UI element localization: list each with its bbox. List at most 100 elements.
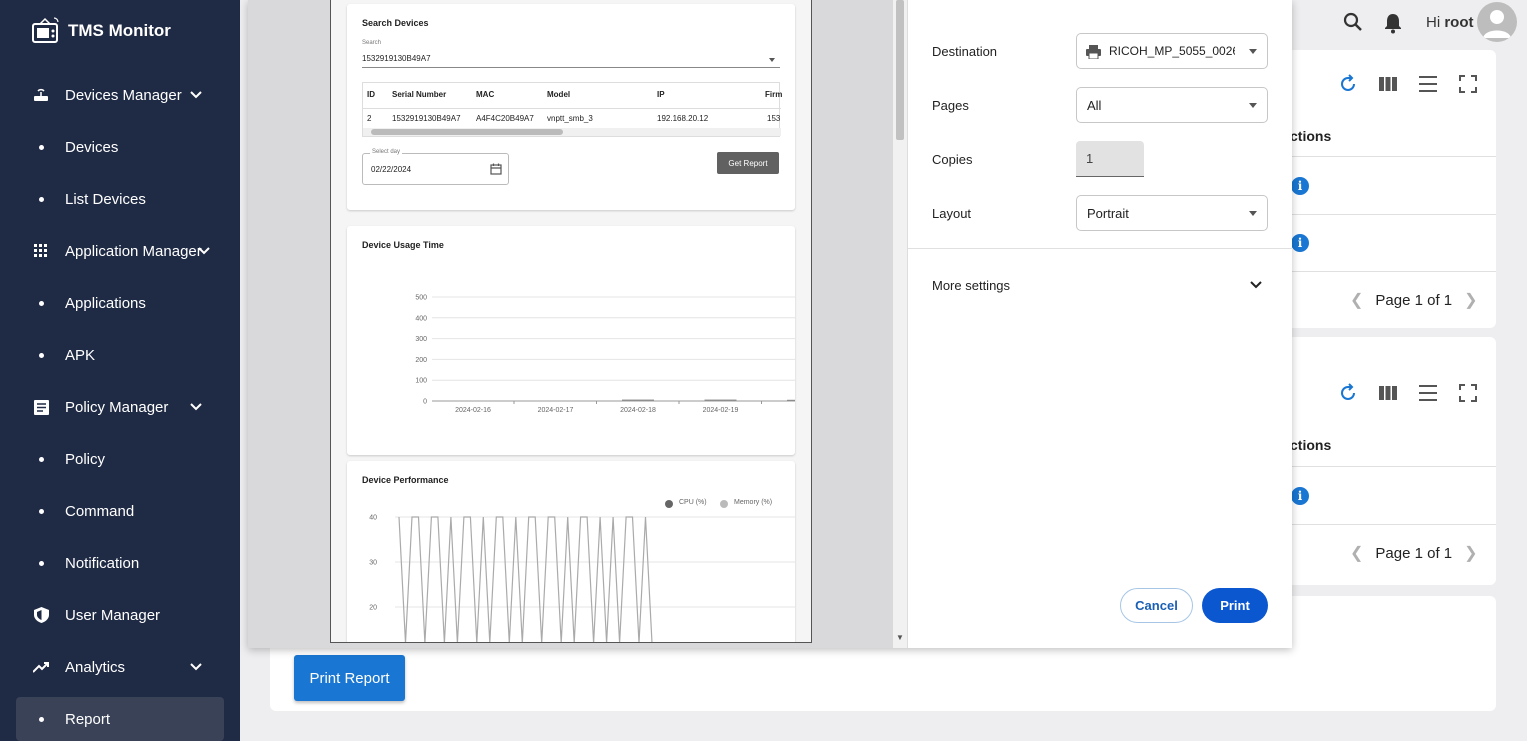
density-icon[interactable] bbox=[1417, 382, 1439, 404]
print-report-button[interactable]: Print Report bbox=[294, 655, 405, 701]
sidebar-item-label: Applications bbox=[65, 294, 146, 312]
fullscreen-icon[interactable] bbox=[1457, 382, 1479, 404]
x-tick-label: 2024-02-19 bbox=[703, 407, 739, 414]
fullscreen-icon[interactable] bbox=[1457, 73, 1479, 95]
columns-icon[interactable] bbox=[1377, 382, 1399, 404]
sidebar-item-label: Command bbox=[65, 502, 135, 520]
brand[interactable]: TMS Monitor bbox=[30, 16, 171, 46]
info-icon[interactable]: i bbox=[1291, 177, 1309, 195]
copies-value: 1 bbox=[1086, 151, 1094, 166]
sidebar-item-devices[interactable]: Devices bbox=[0, 127, 240, 167]
bell-icon[interactable] bbox=[1383, 12, 1403, 34]
user-greeting: Hi root bbox=[1426, 14, 1474, 31]
sidebar-item-label: List Devices bbox=[65, 190, 146, 208]
sidebar-item-analytics[interactable]: Analytics bbox=[0, 647, 240, 687]
row-divider bbox=[1260, 271, 1496, 272]
cancel-button[interactable]: Cancel bbox=[1120, 588, 1193, 623]
copies-label: Copies bbox=[932, 152, 973, 167]
columns-icon[interactable] bbox=[1377, 73, 1399, 95]
print-button[interactable]: Print bbox=[1202, 588, 1268, 623]
chevron-right-icon[interactable]: ❯ bbox=[1464, 290, 1477, 310]
y-tick-label: 30 bbox=[369, 560, 377, 567]
destination-select[interactable]: RICOH_MP_5055_00267 bbox=[1076, 33, 1268, 69]
y-tick-label: 0 bbox=[423, 399, 427, 406]
layout-select[interactable]: Portrait bbox=[1076, 195, 1268, 231]
y-tick-label: 300 bbox=[415, 336, 427, 343]
chevron-right-icon[interactable]: ❯ bbox=[1464, 543, 1477, 563]
layout-value: Portrait bbox=[1087, 205, 1129, 221]
sidebar-item-applications[interactable]: Applications bbox=[0, 283, 240, 323]
preview-page: Search Devices Search 1532919130B49A7 ID… bbox=[330, 0, 812, 643]
print-settings: Destination RICOH_MP_5055_00267 Pages Al… bbox=[907, 0, 1293, 648]
more-settings-toggle[interactable]: More settings bbox=[908, 266, 1293, 304]
layout-label: Layout bbox=[932, 206, 972, 221]
scroll-down-icon[interactable]: ▼ bbox=[896, 633, 904, 642]
chevron-left-icon[interactable]: ❮ bbox=[1350, 290, 1363, 310]
refresh-icon[interactable] bbox=[1337, 382, 1359, 404]
search-icon[interactable] bbox=[1343, 12, 1363, 32]
select-day-field[interactable]: Select day 02/22/2024 bbox=[362, 149, 509, 185]
table-scrollbar-thumb[interactable] bbox=[371, 129, 563, 135]
col-header: ID bbox=[367, 90, 375, 99]
device-performance-card: Device Performance CPU (%) Memory (%) 20… bbox=[347, 461, 795, 642]
pages-label: Pages bbox=[932, 98, 969, 113]
table-cell: 153 bbox=[767, 114, 781, 123]
memory-series-line bbox=[398, 516, 653, 642]
table-cell: 1532919130B49A7 bbox=[392, 114, 461, 123]
table-cell: A4F4C20B49A7 bbox=[476, 114, 534, 123]
dropdown-caret-icon bbox=[1249, 103, 1257, 108]
row-divider bbox=[363, 108, 781, 109]
print-dialog: Search Devices Search 1532919130B49A7 ID… bbox=[248, 0, 1293, 648]
y-tick-label: 20 bbox=[369, 605, 377, 612]
sidebar-item-label: User Manager bbox=[65, 606, 161, 624]
select-day-value: 02/22/2024 bbox=[371, 165, 412, 174]
sidebar-item-label: Devices bbox=[65, 138, 119, 156]
density-icon[interactable] bbox=[1417, 73, 1439, 95]
shield-icon bbox=[33, 607, 49, 623]
settings-divider bbox=[908, 248, 1293, 249]
x-tick-label: 2024-02-16 bbox=[455, 407, 491, 414]
sidebar-item-devices-manager[interactable]: Devices Manager bbox=[0, 75, 240, 115]
sidebar-item-label: Devices Manager bbox=[65, 86, 182, 104]
get-report-button[interactable]: Get Report bbox=[717, 152, 779, 174]
sidebar-item-policy-manager[interactable]: Policy Manager bbox=[0, 387, 240, 427]
y-tick-label: 200 bbox=[415, 357, 427, 364]
sidebar-item-notification[interactable]: Notification bbox=[0, 543, 240, 583]
greeting-text: Hi bbox=[1426, 14, 1441, 31]
sidebar-item-command[interactable]: Command bbox=[0, 491, 240, 531]
col-header: IP bbox=[657, 90, 665, 99]
chevron-down-icon bbox=[190, 91, 202, 99]
sidebar-item-report[interactable]: Report bbox=[16, 697, 224, 741]
dropdown-caret-icon bbox=[769, 58, 775, 62]
sidebar-item-application-manager[interactable]: Application Manager bbox=[0, 231, 240, 271]
print-preview[interactable]: Search Devices Search 1532919130B49A7 ID… bbox=[248, 0, 907, 648]
sidebar-item-user-manager[interactable]: User Manager bbox=[0, 595, 240, 635]
sidebar-item-list-devices[interactable]: List Devices bbox=[0, 179, 240, 219]
bullet-icon bbox=[39, 560, 44, 566]
preview-scrollbar-thumb[interactable] bbox=[896, 0, 904, 140]
x-tick-label: 2024-02-18 bbox=[620, 407, 656, 414]
chevron-down-icon bbox=[190, 663, 202, 671]
sidebar-item-policy[interactable]: Policy bbox=[0, 439, 240, 479]
sidebar-item-apk[interactable]: APK bbox=[0, 335, 240, 375]
tv-logo-icon bbox=[32, 17, 59, 43]
bullet-icon bbox=[39, 716, 44, 722]
row-divider bbox=[1260, 524, 1496, 525]
refresh-icon[interactable] bbox=[1337, 73, 1359, 95]
copies-input[interactable]: 1 bbox=[1076, 141, 1144, 177]
pages-select[interactable]: All bbox=[1076, 87, 1268, 123]
info-icon[interactable]: i bbox=[1291, 487, 1309, 505]
page-info: Page 1 of 1 bbox=[1375, 291, 1453, 309]
person-icon bbox=[1483, 10, 1511, 38]
search-label: Search bbox=[362, 40, 382, 46]
bullet-icon bbox=[39, 508, 44, 514]
bullet-icon bbox=[39, 456, 44, 462]
info-icon[interactable]: i bbox=[1291, 234, 1309, 252]
destination-label: Destination bbox=[932, 44, 998, 59]
chevron-left-icon[interactable]: ❮ bbox=[1350, 543, 1363, 563]
avatar[interactable] bbox=[1477, 2, 1517, 42]
sidebar-item-label: Policy bbox=[65, 450, 106, 468]
bar bbox=[704, 399, 737, 401]
usage-chart: 0 100 200 300 400 500 2024-02-16 2024-02-17 2024… bbox=[415, 295, 795, 414]
table-cell: vnptt_smb_3 bbox=[547, 114, 593, 123]
